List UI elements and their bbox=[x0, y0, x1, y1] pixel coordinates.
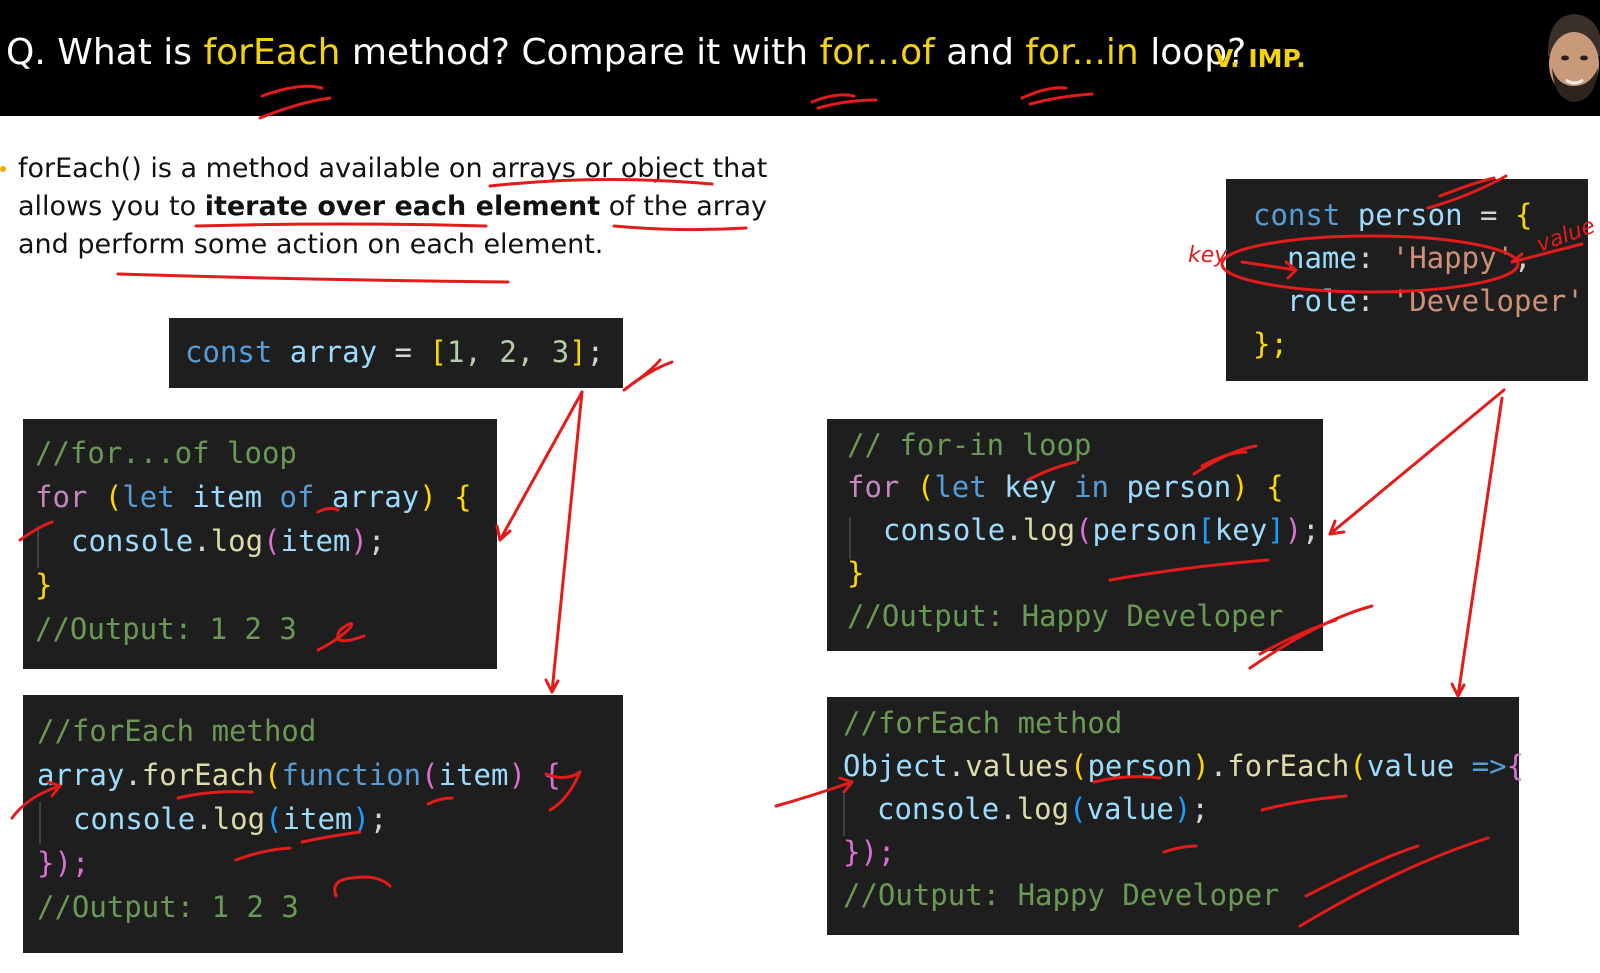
annotation-scribble bbox=[1026, 460, 1078, 482]
annotation-scribble bbox=[18, 520, 54, 542]
annotation-check bbox=[333, 875, 392, 898]
annotation-scribble bbox=[426, 796, 454, 806]
annotation-underline bbox=[612, 224, 748, 232]
annotation-underline bbox=[1108, 558, 1270, 582]
annotation-label-value: value bbox=[1534, 214, 1599, 258]
annotation-arrow bbox=[1328, 388, 1506, 536]
annotation-underline bbox=[810, 93, 878, 110]
annotation-underline bbox=[1092, 775, 1162, 784]
annotation-scribble bbox=[1248, 604, 1374, 670]
annotation-check bbox=[316, 622, 366, 652]
annotation-underline bbox=[316, 506, 340, 514]
annotation-underline bbox=[1260, 794, 1348, 812]
annotation-underline bbox=[116, 272, 510, 284]
annotation-arrow bbox=[774, 776, 854, 808]
annotation-arrow bbox=[10, 780, 62, 820]
annotation-scribble bbox=[1192, 444, 1258, 476]
annotation-layer: key value bbox=[10, 84, 1599, 928]
annotation-scribble bbox=[1298, 836, 1490, 928]
annotation-arrow bbox=[1240, 260, 1298, 280]
annotation-scribble bbox=[234, 830, 362, 862]
annotation-underline bbox=[1162, 844, 1198, 854]
annotation-scribble bbox=[1426, 174, 1508, 210]
annotation-label-key: key bbox=[1188, 243, 1228, 268]
annotation-underline bbox=[1020, 86, 1094, 106]
annotation-underline bbox=[488, 177, 714, 188]
annotation-scribble bbox=[544, 770, 582, 812]
annotation-circle bbox=[1220, 234, 1520, 294]
annotation-scribble bbox=[622, 358, 674, 392]
annotation-underline bbox=[194, 222, 488, 228]
annotation-arrow bbox=[544, 390, 584, 694]
annotation-arrow bbox=[1450, 396, 1504, 698]
annotation-underline bbox=[258, 84, 332, 120]
annotation-underline bbox=[176, 790, 254, 800]
